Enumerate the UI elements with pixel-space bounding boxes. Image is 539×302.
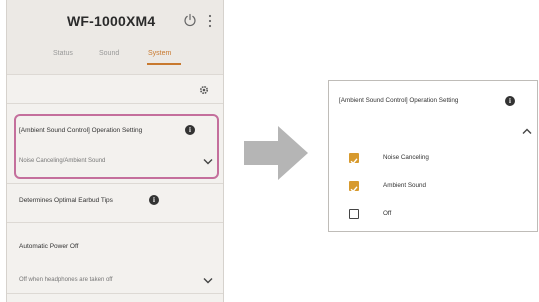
app-header: WF-1000XM4 Status Sound System (7, 0, 223, 74)
power-icon[interactable] (183, 13, 197, 27)
highlight-frame (14, 114, 219, 179)
divider (7, 293, 223, 294)
info-icon[interactable]: i (149, 195, 159, 205)
more-vert-icon[interactable] (207, 13, 213, 29)
checkbox-checked[interactable] (349, 153, 359, 165)
phone-screen: WF-1000XM4 Status Sound System [Ambient … (6, 0, 224, 302)
option-label: Off (383, 210, 392, 217)
panel-title: [Ambient Sound Control] Operation Settin… (339, 97, 459, 104)
tab-bar: Status Sound System (7, 44, 223, 68)
tab-sound[interactable]: Sound (99, 50, 119, 57)
divider (7, 222, 223, 223)
active-tab-indicator (147, 63, 181, 65)
operation-setting-panel: [Ambient Sound Control] Operation Settin… (328, 80, 538, 232)
power-off-setting-value[interactable]: Off when headphones are taken off (19, 277, 113, 283)
checkbox-checked[interactable] (349, 181, 359, 193)
chevron-down-icon[interactable] (203, 277, 213, 284)
arrow-right-icon (244, 126, 308, 180)
settings-gear-row (7, 74, 223, 103)
info-icon[interactable]: i (505, 96, 515, 106)
tab-system[interactable]: System (148, 50, 171, 57)
option-label: Ambient Sound (383, 182, 427, 189)
gear-icon[interactable] (199, 85, 209, 95)
checkbox-unchecked[interactable] (349, 209, 359, 219)
eartips-setting-title[interactable]: Determines Optimal Earbud Tips (19, 197, 113, 204)
divider (7, 103, 223, 104)
check-icon (350, 158, 358, 165)
power-off-setting-title: Automatic Power Off (19, 243, 79, 250)
chevron-up-icon[interactable] (522, 128, 532, 135)
option-label: Noise Canceling (383, 154, 429, 161)
check-icon (350, 186, 358, 193)
divider (7, 183, 223, 184)
device-name: WF-1000XM4 (67, 13, 156, 29)
tab-status[interactable]: Status (53, 50, 73, 57)
